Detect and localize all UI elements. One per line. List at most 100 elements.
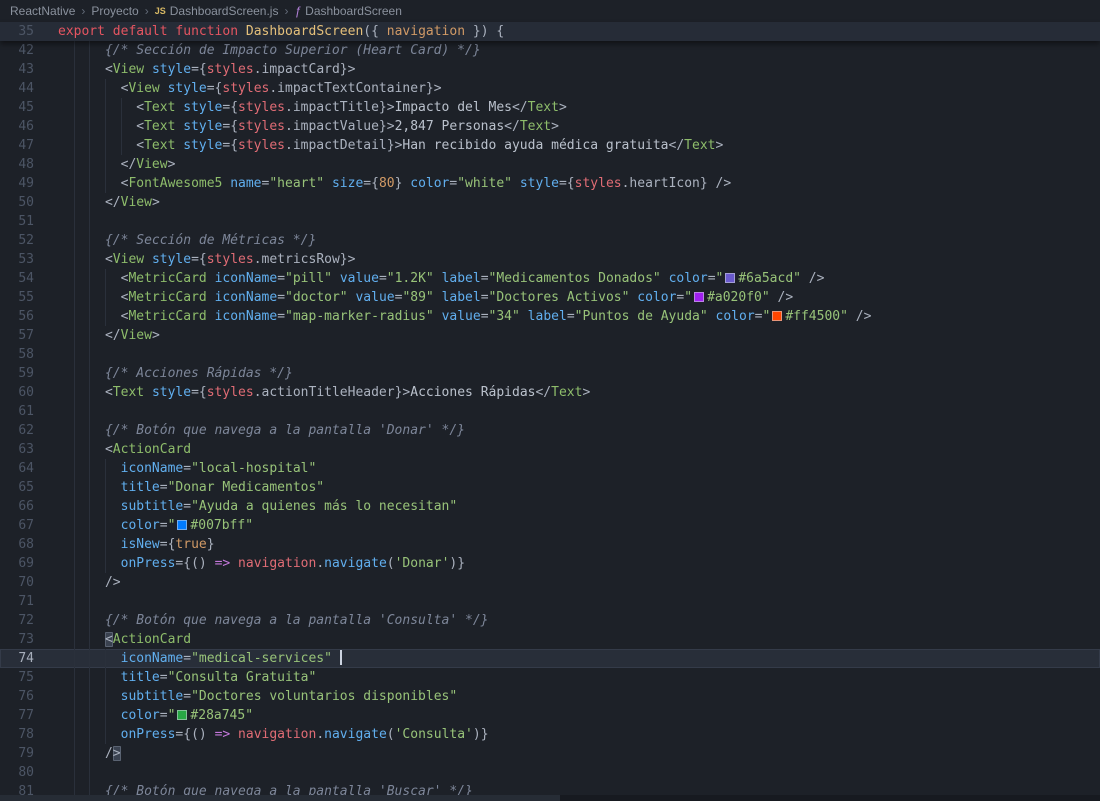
code-line[interactable]: 56 <MetricCard iconName="map-marker-radi… (0, 307, 1100, 326)
code-line[interactable]: 64 iconName="local-hospital" (0, 459, 1100, 478)
line-number[interactable]: 56 (0, 307, 34, 326)
line-number[interactable]: 47 (0, 136, 34, 155)
line-number[interactable]: 72 (0, 611, 34, 630)
line-number[interactable]: 45 (0, 98, 34, 117)
line-number[interactable]: 54 (0, 269, 34, 288)
line-number[interactable]: 61 (0, 402, 34, 421)
code-line[interactable]: 75 title="Consulta Gratuita" (0, 668, 1100, 687)
code-line[interactable]: 65 title="Donar Medicamentos" (0, 478, 1100, 497)
line-number[interactable]: 62 (0, 421, 34, 440)
code-line[interactable]: 55 <MetricCard iconName="doctor" value="… (0, 288, 1100, 307)
line-number[interactable]: 66 (0, 497, 34, 516)
code-line[interactable]: 70 /> (0, 573, 1100, 592)
code-line[interactable]: 51 (0, 212, 1100, 231)
code-line[interactable]: 68 isNew={true} (0, 535, 1100, 554)
line-number[interactable]: 55 (0, 288, 34, 307)
line-number[interactable]: 60 (0, 383, 34, 402)
color-swatch[interactable] (694, 292, 705, 302)
code-line[interactable]: 48 </View> (0, 155, 1100, 174)
line-number[interactable]: 59 (0, 364, 34, 383)
line-number[interactable]: 64 (0, 459, 34, 478)
code-token: value (339, 271, 379, 286)
line-number[interactable]: 58 (0, 345, 34, 364)
breadcrumb-item-file[interactable]: JS DashboardScreen.js (155, 4, 279, 18)
code-line[interactable]: 42 {/* Sección de Impacto Superior (Hear… (0, 41, 1100, 60)
code-line[interactable]: 35 export default function DashboardScree… (0, 22, 1100, 41)
code-line[interactable]: 78 onPress={() => navigation.navigate('C… (0, 725, 1100, 744)
code-line[interactable]: 66 subtitle="Ayuda a quienes más lo nece… (0, 497, 1100, 516)
code-line[interactable]: 54 <MetricCard iconName="pill" value="1.… (0, 269, 1100, 288)
code-line[interactable]: 53 <View style={styles.metricsRow}> (0, 250, 1100, 269)
code-line[interactable]: 71 (0, 592, 1100, 611)
line-number[interactable]: 43 (0, 60, 34, 79)
code-line[interactable]: 52 {/* Sección de Métricas */} (0, 231, 1100, 250)
line-number[interactable]: 70 (0, 573, 34, 592)
code-line[interactable]: 67 color=" #007bff" (0, 516, 1100, 535)
code-line[interactable]: 77 color=" #28a745" (0, 706, 1100, 725)
line-content: {/* Sección de Impacto Superior (Heart C… (34, 41, 1100, 60)
code-token: ={ (558, 176, 575, 191)
code-line[interactable]: 60 <Text style={styles.actionTitleHeader… (0, 383, 1100, 402)
line-number[interactable]: 68 (0, 535, 34, 554)
line-number[interactable]: 74 (0, 649, 34, 668)
line-number[interactable]: 46 (0, 117, 34, 136)
color-swatch[interactable] (177, 520, 188, 530)
line-number[interactable]: 73 (0, 630, 34, 649)
line-number[interactable]: 49 (0, 174, 34, 193)
line-number[interactable]: 52 (0, 231, 34, 250)
color-swatch[interactable] (772, 311, 783, 321)
line-number[interactable]: 35 (0, 22, 34, 41)
code-line[interactable]: 62 {/* Botón que navega a la pantalla 'D… (0, 421, 1100, 440)
code-line[interactable]: 59 {/* Acciones Rápidas */} (0, 364, 1100, 383)
line-number[interactable]: 77 (0, 706, 34, 725)
code-line[interactable]: 50 </View> (0, 193, 1100, 212)
code-token: < (58, 290, 129, 305)
breadcrumb-item-root-folder[interactable]: ReactNative (10, 4, 75, 18)
code-line[interactable]: 43 <View style={styles.impactCard}> (0, 60, 1100, 79)
code-line[interactable]: 80 (0, 763, 1100, 782)
code-line[interactable]: 76 subtitle="Doctores voluntarios dispon… (0, 687, 1100, 706)
code-token: View (120, 195, 152, 210)
code-line[interactable]: 49 <FontAwesome5 name="heart" size={80} … (0, 174, 1100, 193)
code-line[interactable]: 72 {/* Botón que navega a la pantalla 'C… (0, 611, 1100, 630)
code-line[interactable]: 73 <ActionCard (0, 630, 1100, 649)
code-line[interactable]: 46 <Text style={styles.impactValue}>2,84… (0, 117, 1100, 136)
code-line[interactable]: 44 <View style={styles.impactTextContain… (0, 79, 1100, 98)
line-number[interactable]: 51 (0, 212, 34, 231)
line-number[interactable]: 67 (0, 516, 34, 535)
code-line[interactable]: 61 (0, 402, 1100, 421)
code-line[interactable]: 47 <Text style={styles.impactDetail}>Han… (0, 136, 1100, 155)
code-line[interactable]: 74 iconName="medical-services" (0, 649, 1100, 668)
line-number[interactable]: 42 (0, 41, 34, 60)
line-number[interactable]: 44 (0, 79, 34, 98)
line-number[interactable]: 75 (0, 668, 34, 687)
line-number[interactable]: 80 (0, 763, 34, 782)
indent-guide (89, 402, 91, 421)
line-number[interactable]: 53 (0, 250, 34, 269)
code-line[interactable]: 69 onPress={() => navigation.navigate('D… (0, 554, 1100, 573)
breadcrumb-item-folder[interactable]: Proyecto (91, 4, 138, 18)
color-swatch[interactable] (177, 710, 188, 720)
line-number[interactable]: 69 (0, 554, 34, 573)
horizontal-scrollbar[interactable] (0, 795, 1100, 801)
code-line[interactable]: 79 /> (0, 744, 1100, 763)
horizontal-scrollbar-thumb[interactable] (0, 795, 560, 801)
line-number[interactable]: 50 (0, 193, 34, 212)
line-number[interactable]: 71 (0, 592, 34, 611)
code-line[interactable]: 57 </View> (0, 326, 1100, 345)
sticky-scroll-line[interactable]: 35 export default function DashboardScree… (0, 22, 1100, 41)
indent-guide (89, 611, 91, 630)
code-token: / (58, 746, 113, 761)
color-swatch[interactable] (725, 273, 736, 283)
line-number[interactable]: 76 (0, 687, 34, 706)
code-line[interactable]: 58 (0, 345, 1100, 364)
line-number[interactable]: 63 (0, 440, 34, 459)
line-number[interactable]: 79 (0, 744, 34, 763)
code-line[interactable]: 45 <Text style={styles.impactTitle}>Impa… (0, 98, 1100, 117)
line-number[interactable]: 48 (0, 155, 34, 174)
line-number[interactable]: 78 (0, 725, 34, 744)
code-line[interactable]: 63 <ActionCard (0, 440, 1100, 459)
breadcrumb-item-symbol[interactable]: ƒ DashboardScreen (294, 4, 401, 18)
line-number[interactable]: 57 (0, 326, 34, 345)
line-number[interactable]: 65 (0, 478, 34, 497)
